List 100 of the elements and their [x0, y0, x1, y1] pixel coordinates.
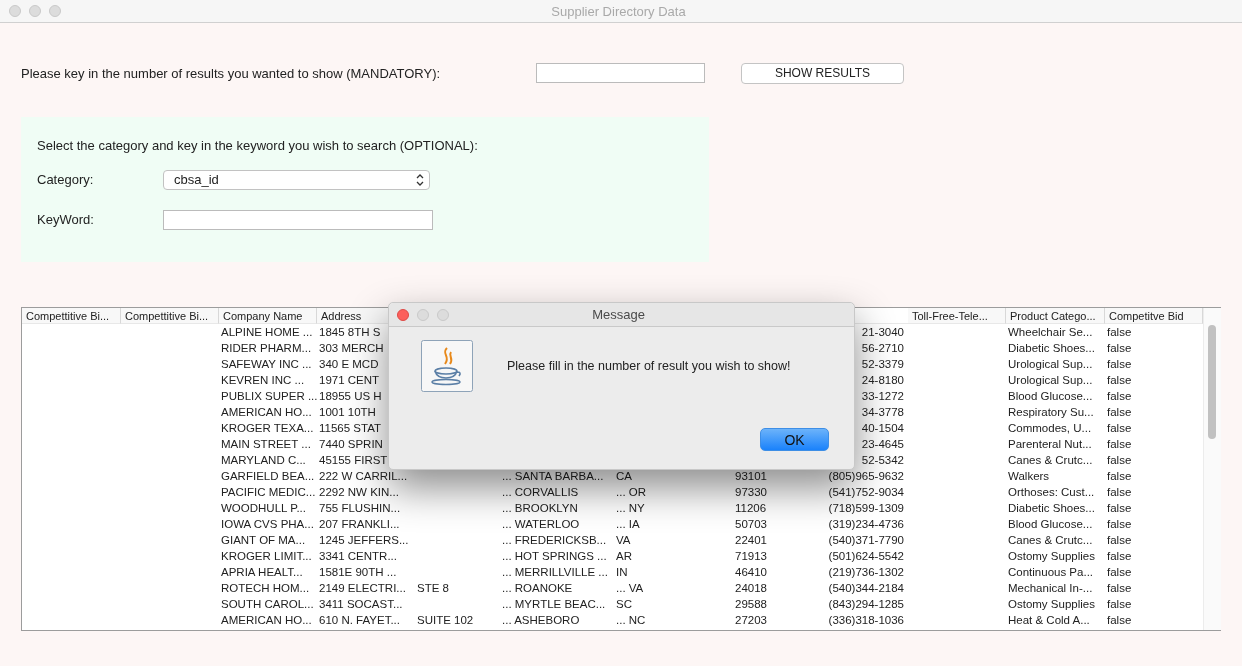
scrollbar[interactable] — [1203, 308, 1221, 630]
table-cell-text: ... ASHEBORO — [501, 613, 581, 628]
table-cell-text: CA — [615, 469, 633, 484]
dialog-message: Please fill in the number of result you wish to show! — [507, 359, 791, 373]
window-control-icon[interactable] — [29, 5, 41, 17]
table-cell-text: Mechanical In-... — [1007, 581, 1094, 596]
table-cell-text: APRIA HEALT... — [220, 565, 304, 580]
table-cell-text: SC — [615, 597, 633, 612]
table-cell-text: Parenteral Nut... — [1007, 437, 1093, 452]
table-cell-text: (843)294-1285 — [827, 597, 905, 612]
search-instructions: Select the category and key in the keyword you wish to search (OPTIONAL): — [37, 138, 479, 153]
table-cell-text: ... SANTA BARBA... — [501, 469, 605, 484]
table-cell-text: false — [1106, 533, 1133, 548]
keyword-label: KeyWord: — [37, 212, 95, 227]
table-cell-text: 1245 JEFFERS... — [318, 533, 410, 548]
table-cell-text: 97330 — [734, 485, 768, 500]
table-cell-text: 22401 — [734, 533, 768, 548]
show-results-button[interactable]: SHOW RESULTS — [741, 62, 904, 84]
table-cell-text: 45155 FIRST — [318, 453, 389, 468]
table-cell-text: 3341 CENTR... — [318, 549, 398, 564]
table-cell-text: 52-3379 — [860, 357, 905, 372]
table-cell-text: 18955 US H — [318, 389, 383, 404]
keyword-input-field[interactable] — [163, 209, 433, 230]
table-cell-text: Canes & Crutc... — [1007, 453, 1094, 468]
table-cell-text: 50703 — [734, 517, 768, 532]
table-cell-text: 1971 CENT — [318, 373, 381, 388]
column-header[interactable]: Toll-Free-Tele... — [908, 308, 1006, 324]
window-control-icon[interactable] — [9, 5, 21, 17]
column-header[interactable]: Company Name — [219, 308, 317, 324]
window-control-icon[interactable] — [437, 308, 449, 321]
close-icon[interactable] — [397, 308, 409, 321]
table-cell-text: false — [1106, 469, 1133, 484]
ok-button[interactable]: OK — [760, 428, 829, 451]
table-cell-text: SUITE 102 — [416, 613, 475, 628]
table-cell-text: 610 N. FAYET... — [318, 613, 401, 628]
table-cell-text: GARFIELD BEA... — [220, 469, 316, 484]
table-cell-text: 29588 — [734, 597, 768, 612]
up-down-chevron-icon — [415, 172, 425, 187]
table-cell-text: KROGER TEXA... — [220, 421, 315, 436]
coffee-cup-icon — [421, 340, 473, 392]
table-cell-text: (718)599-1309 — [827, 501, 905, 516]
table-cell-text: false — [1106, 341, 1133, 356]
table-cell-text: 207 FRANKLI... — [318, 517, 401, 532]
table-cell-text: ... BROOKLYN — [501, 501, 579, 516]
table-cell-text: ... NC — [615, 613, 647, 628]
scrollbar-thumb[interactable] — [1208, 325, 1216, 439]
table-cell-text: 71913 — [734, 549, 768, 564]
table-cell-text: 34-3778 — [860, 405, 905, 420]
column-header[interactable]: Compettitive Bi... — [121, 308, 219, 324]
table-cell-text: 1581E 90TH ... — [318, 565, 398, 580]
table-cell-text: (541)752-9034 — [827, 485, 905, 500]
table-cell-text: SAFEWAY INC ... — [220, 357, 313, 372]
table-cell-text: ... IA — [615, 517, 641, 532]
table-cell-text: ROTECH HOM... — [220, 581, 311, 596]
column-header[interactable]: Product Catego... — [1006, 308, 1105, 324]
table-cell-text: 93101 — [734, 469, 768, 484]
results-input-field[interactable] — [536, 63, 705, 83]
table-cell-text: AMERICAN HO... — [220, 405, 313, 420]
table-cell-text: (805)965-9632 — [827, 469, 905, 484]
category-label: Category: — [37, 172, 95, 187]
table-cell-text: false — [1106, 357, 1133, 372]
window-control-icon[interactable] — [417, 308, 429, 321]
table-cell-text: false — [1106, 453, 1133, 468]
table-cell-text: false — [1106, 549, 1133, 564]
table-cell-text: 52-5342 — [860, 453, 905, 468]
table-cell-text: KEVREN INC ... — [220, 373, 306, 388]
table-cell-text: false — [1106, 485, 1133, 500]
table-cell-text: 7440 SPRIN — [318, 437, 384, 452]
table-cell-text: false — [1106, 405, 1133, 420]
table-cell-text: false — [1106, 613, 1133, 628]
table-cell-text: PACIFIC MEDIC... — [220, 485, 317, 500]
table-cell-text: MARYLAND C... — [220, 453, 307, 468]
window-title: Supplier Directory Data — [550, 3, 687, 19]
table-cell-text: false — [1106, 325, 1133, 340]
table-cell-text: WOODHULL P... — [220, 501, 307, 516]
table-cell-text: IN — [615, 565, 629, 580]
table-cell-text: 340 E MCD — [318, 357, 380, 372]
table-cell-text: 3411 SOCAST... — [318, 597, 404, 612]
table-cell-text: false — [1106, 437, 1133, 452]
table-cell-text: (319)234-4736 — [827, 517, 905, 532]
table-cell-text: false — [1106, 501, 1133, 516]
table-cell-text: ... MERRILLVILLE ... — [501, 565, 609, 580]
results-label: Please key in the number of results you wanted to show (MANDATORY): — [21, 65, 442, 81]
table-cell-text: false — [1106, 565, 1133, 580]
column-header[interactable]: Compettitive Bi... — [22, 308, 121, 324]
table-cell-text: (219)736-1302 — [827, 565, 905, 580]
category-dropdown[interactable]: cbsa_id — [163, 169, 430, 190]
table-cell-text: STE 8 — [416, 581, 450, 596]
table-cell-text: 23-4645 — [860, 437, 905, 452]
table-cell-text: 1001 10TH — [318, 405, 377, 420]
column-header[interactable]: Competitve Bid — [1105, 308, 1203, 324]
table-cell-text: SOUTH CAROL... — [220, 597, 315, 612]
table-cell-text: 755 FLUSHIN... — [318, 501, 402, 516]
table-cell-text: IOWA CVS PHA... — [220, 517, 315, 532]
table-cell-text: 46410 — [734, 565, 768, 580]
table-cell-text: Commodes, U... — [1007, 421, 1093, 436]
table-cell-text: ... VA — [615, 581, 645, 596]
table-cell-text: (540)371-7790 — [827, 533, 905, 548]
window-control-icon[interactable] — [49, 5, 61, 17]
table-cell-text: false — [1106, 517, 1133, 532]
